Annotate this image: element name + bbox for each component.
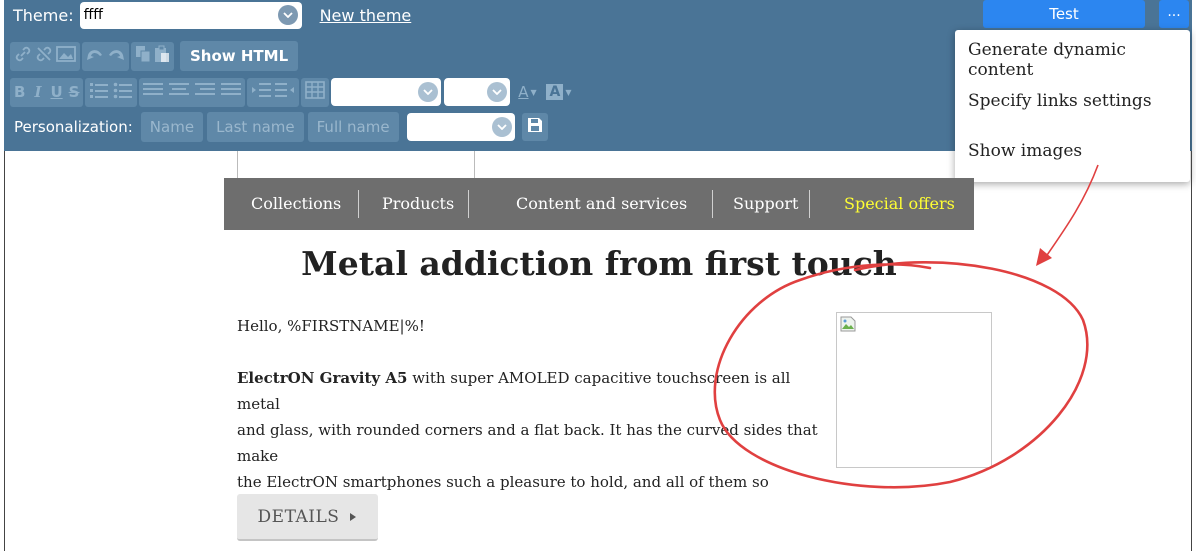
broken-image-icon (840, 316, 856, 332)
more-options-menu: Generate dynamic content Specify links s… (955, 30, 1190, 182)
list-tools-button[interactable] (85, 77, 138, 107)
bullet-list-icon (113, 81, 133, 103)
background-color-button[interactable]: A ▼ (543, 78, 574, 107)
nav-item-special-offers[interactable]: Special offers (844, 178, 955, 230)
save-icon (527, 117, 543, 137)
annotation-arrowhead (1036, 248, 1052, 266)
nav-separator (809, 190, 810, 218)
menu-item-specify-links-settings[interactable]: Specify links settings (968, 91, 1152, 111)
layout-guide-line (237, 151, 238, 178)
personalization-last-name-button[interactable]: Last name (207, 112, 304, 142)
nav-item-content-and-services[interactable]: Content and services (516, 178, 687, 230)
product-image-placeholder[interactable] (836, 312, 992, 468)
theme-select-value: ffff (83, 7, 103, 23)
history-tools-button[interactable] (82, 41, 129, 71)
theme-row: Theme: ffff New theme (4, 0, 411, 30)
arrow-right-icon (349, 507, 357, 527)
font-size-select[interactable] (444, 78, 511, 106)
bold-icon: B (14, 83, 26, 101)
chevron-down-icon (277, 5, 298, 25)
personalization-field-select[interactable] (406, 113, 515, 141)
menu-item-show-images[interactable]: Show images (968, 141, 1082, 161)
font-family-select[interactable] (331, 78, 442, 106)
caret-down-icon: ▼ (565, 87, 572, 97)
text-style-button[interactable]: B I U S (10, 77, 84, 107)
nav-item-products[interactable]: Products (382, 178, 454, 230)
save-button[interactable] (521, 113, 548, 141)
align-left-icon (143, 82, 164, 102)
show-html-button[interactable]: Show HTML (180, 41, 299, 71)
numbered-list-icon (89, 81, 109, 103)
chevron-down-icon (418, 82, 439, 102)
nav-separator (358, 190, 359, 218)
alignment-button[interactable] (139, 77, 246, 107)
background-color-icon: A (546, 84, 564, 100)
personalization-label: Personalization: (14, 118, 133, 136)
link-tools-button[interactable] (10, 41, 80, 71)
nav-item-support[interactable]: Support (733, 178, 798, 230)
strikethrough-icon: S (68, 83, 80, 101)
menu-item-generate-dynamic-content[interactable]: Generate dynamic content (968, 40, 1190, 80)
copy-icon (135, 45, 151, 67)
layout-guide-line (474, 151, 475, 178)
chevron-down-icon (491, 117, 512, 137)
image-icon (56, 45, 76, 67)
canvas-border (1191, 151, 1192, 551)
redo-icon (107, 46, 125, 66)
canvas-border (4, 151, 5, 551)
details-button[interactable]: DETAILS (237, 494, 378, 541)
more-options-button[interactable]: ... (1159, 0, 1189, 28)
editing-tools-row: Show HTML (10, 40, 299, 72)
underline-icon: U (50, 83, 63, 101)
theme-select[interactable]: ffff (79, 1, 302, 29)
table-icon (305, 81, 326, 103)
text-color-button[interactable]: A ▼ (513, 78, 541, 107)
new-theme-link[interactable]: New theme (320, 6, 412, 25)
unlink-icon (35, 45, 53, 67)
italic-icon: I (34, 83, 42, 101)
table-button[interactable] (301, 77, 330, 107)
align-center-icon (169, 82, 190, 102)
email-headline: Metal addiction from first touch (301, 244, 897, 283)
caret-down-icon: ▼ (530, 87, 537, 97)
chevron-down-icon (487, 82, 508, 102)
personalization-row: Personalization: Name Last name Full nam… (4, 111, 548, 143)
email-greeting: Hello, %FIRSTNAME|%! (237, 317, 425, 335)
undo-icon (86, 46, 104, 66)
indent-icon (251, 82, 272, 102)
align-right-icon (195, 82, 216, 102)
nav-separator (712, 190, 713, 218)
personalization-full-name-button[interactable]: Full name (307, 112, 399, 142)
test-button[interactable]: Test (983, 0, 1145, 28)
text-color-icon: A (518, 83, 529, 101)
nav-separator (468, 190, 469, 218)
theme-label: Theme: (13, 5, 74, 25)
align-justify-icon (221, 82, 242, 102)
link-icon (14, 45, 32, 67)
personalization-name-button[interactable]: Name (140, 112, 204, 142)
product-name: ElectrON Gravity A5 (237, 369, 408, 387)
clipboard-tools-button[interactable] (131, 41, 174, 71)
paste-icon (154, 45, 170, 67)
indent-button[interactable] (247, 77, 300, 107)
email-nav-bar: Collections Products Content and service… (224, 178, 974, 230)
outdent-icon (275, 82, 295, 102)
nav-item-collections[interactable]: Collections (251, 178, 341, 230)
paragraph-line: ElectrON Gravity A5 with super AMOLED ca… (237, 365, 827, 417)
details-button-label: DETAILS (257, 506, 340, 527)
paragraph-line: and glass, with rounded corners and a fl… (237, 421, 818, 465)
formatting-row: B I U S A ▼ A ▼ (10, 76, 576, 108)
